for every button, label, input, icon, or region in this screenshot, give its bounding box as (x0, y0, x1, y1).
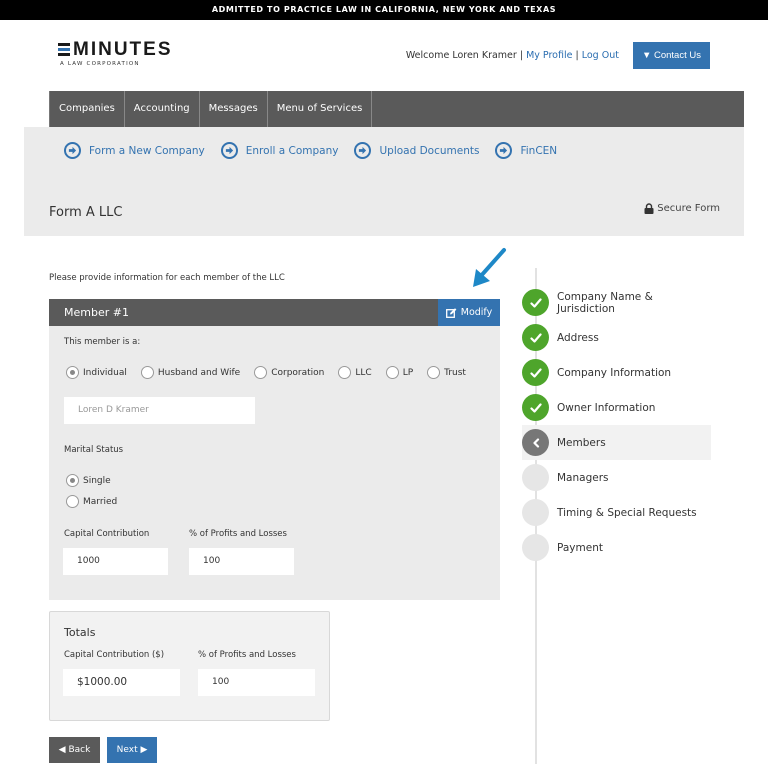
modify-button[interactable]: Modify (438, 299, 500, 326)
capital-contribution-label: Capital Contribution (64, 529, 150, 539)
capital-contribution-input[interactable]: 1000 (63, 548, 168, 575)
enroll-company-link[interactable]: Enroll a Company (220, 142, 338, 159)
lock-icon (644, 203, 654, 214)
member-title: Member #1 (64, 306, 129, 319)
upload-documents-link[interactable]: Upload Documents (354, 142, 479, 159)
logo-e-icon (58, 42, 71, 56)
member-type-group: Individual Husband and Wife Corporation … (66, 366, 466, 379)
page-title: Form A LLC (49, 205, 123, 220)
separator: | (519, 50, 524, 61)
step-timing-special-requests[interactable]: Timing & Special Requests (522, 495, 711, 530)
form-new-company-link[interactable]: Form a New Company (64, 142, 205, 159)
main-nav: Companies Accounting Messages Menu of Se… (49, 91, 744, 127)
total-profits-label: % of Profits and Losses (198, 650, 296, 660)
back-button[interactable]: ◀ Back (49, 737, 100, 763)
totals-title: Totals (64, 626, 96, 639)
top-banner: ADMITTED TO PRACTICE LAW IN CALIFORNIA, … (0, 0, 768, 20)
step-payment[interactable]: Payment (522, 530, 711, 565)
member-name-input[interactable]: Loren D Kramer (64, 397, 255, 424)
radio-corporation[interactable]: Corporation (254, 366, 324, 379)
radio-trust[interactable]: Trust (427, 366, 466, 379)
separator: | (575, 50, 579, 61)
profits-losses-input[interactable]: 100 (189, 548, 294, 575)
step-address[interactable]: Address (522, 320, 711, 355)
welcome-text: Welcome Loren Kramer (405, 50, 517, 61)
arrow-circle-icon (220, 142, 238, 159)
step-company-information[interactable]: Company Information (522, 355, 711, 390)
radio-husband-and-wife[interactable]: Husband and Wife (140, 366, 240, 379)
step-company-name-jurisdiction[interactable]: Company Name & Jurisdiction (522, 285, 711, 320)
contact-us-button[interactable]: ▼ Contact Us (632, 42, 710, 69)
next-button[interactable]: Next ▶ (107, 737, 157, 763)
empty-step-icon (522, 499, 549, 526)
edit-icon (445, 307, 457, 318)
total-profits-input[interactable]: 100 (198, 669, 315, 696)
member-panel: Member #1 Modify This member is a: Indiv… (49, 299, 500, 600)
total-capital-label: Capital Contribution ($) (64, 650, 165, 660)
total-capital-input[interactable]: $1000.00 (63, 669, 180, 696)
chevron-left-icon (522, 429, 549, 456)
arrow-circle-icon (354, 142, 372, 159)
check-icon (522, 289, 549, 316)
step-owner-information[interactable]: Owner Information (522, 390, 711, 425)
logo-tagline: A LAW CORPORATION (60, 61, 140, 67)
marital-status-label: Marital Status (64, 445, 124, 455)
arrow-circle-icon (64, 142, 81, 159)
member-type-label: This member is a: (64, 337, 141, 347)
step-members[interactable]: Members (522, 425, 711, 460)
header-account: Welcome Loren Kramer | My Profile | Log … (406, 42, 710, 69)
annotation-arrow-icon (473, 248, 506, 287)
profits-losses-label: % of Profits and Losses (189, 529, 287, 539)
nav-messages[interactable]: Messages (200, 91, 268, 127)
radio-lp[interactable]: LP (385, 366, 413, 379)
nav-accounting[interactable]: Accounting (125, 91, 200, 127)
empty-step-icon (522, 534, 549, 561)
my-profile-link[interactable]: My Profile (526, 50, 572, 61)
empty-step-icon (522, 464, 549, 491)
radio-individual[interactable]: Individual (66, 366, 127, 379)
radio-married[interactable]: Married (66, 495, 117, 508)
logo-name: MINUTES (73, 39, 173, 60)
sub-nav-panel: Form a New Company Enroll a Company Uplo… (24, 127, 744, 236)
step-managers[interactable]: Managers (522, 460, 711, 495)
logo[interactable]: MINUTES A LAW CORPORATION (58, 40, 173, 67)
radio-llc[interactable]: LLC (338, 366, 372, 379)
secure-form-indicator: Secure Form (644, 203, 720, 214)
check-icon (522, 359, 549, 386)
member-header: Member #1 Modify (49, 299, 500, 326)
check-icon (522, 324, 549, 351)
nav-menu-of-services[interactable]: Menu of Services (268, 91, 373, 127)
arrow-circle-icon (495, 142, 513, 159)
nav-companies[interactable]: Companies (50, 91, 125, 127)
totals-panel: Totals Capital Contribution ($) % of Pro… (49, 611, 330, 721)
radio-single[interactable]: Single (66, 474, 111, 487)
form-instructions: Please provide information for each memb… (49, 273, 285, 283)
check-icon (522, 394, 549, 421)
fincen-link[interactable]: FinCEN (495, 142, 557, 159)
log-out-link[interactable]: Log Out (582, 50, 619, 61)
